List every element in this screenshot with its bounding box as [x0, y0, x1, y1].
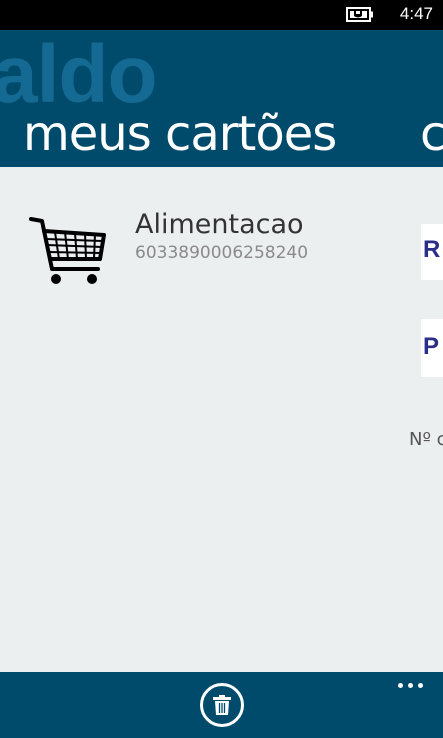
shopping-cart-icon [29, 217, 106, 284]
section-title[interactable]: meus cartões [23, 104, 337, 164]
next-section-title-peek[interactable]: c [420, 104, 443, 164]
status-clock: 4:47 [399, 4, 433, 23]
logo-peek-text: P [423, 333, 440, 360]
next-panel-text-peek: Nº c [409, 429, 443, 450]
app-bar [0, 672, 443, 738]
status-bar: 4:47 [0, 0, 443, 30]
cards-panel: Alimentacao 6033890006258240 R P Nº c [0, 167, 443, 672]
ellipsis-icon[interactable] [396, 678, 426, 694]
card-number: 6033890006258240 [135, 243, 309, 263]
next-panel-logo-peek: P [421, 319, 443, 377]
battery-charging-icon [346, 7, 373, 22]
next-panel-logo-peek: R [421, 224, 443, 280]
delete-button[interactable] [200, 683, 244, 727]
panorama-header: aldo meus cartões c [0, 30, 443, 167]
card-list-item[interactable]: Alimentacao 6033890006258240 [28, 209, 328, 289]
card-name: Alimentacao [135, 209, 304, 240]
logo-peek-text: R [423, 236, 441, 263]
trash-icon [213, 695, 231, 715]
